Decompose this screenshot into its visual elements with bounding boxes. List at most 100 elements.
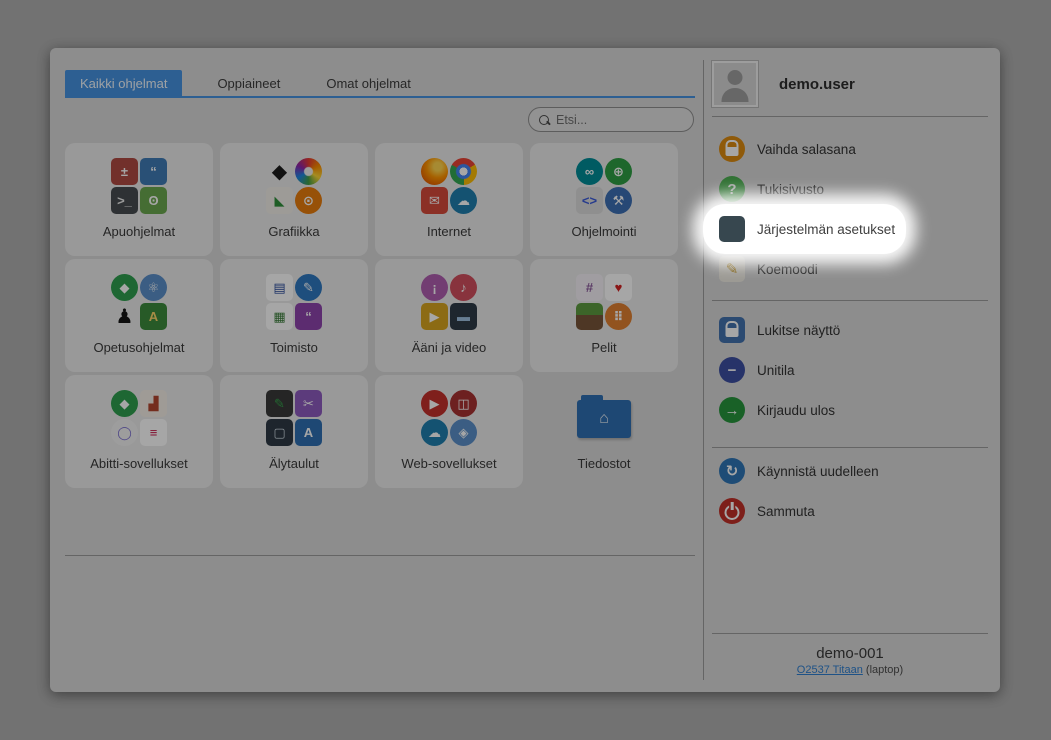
writer-document-icon: ▤ xyxy=(266,274,293,301)
category-grid: ±“>_ʘApuohjelmat◆◣⊙Grafiikka✉☁Internet∞⊕… xyxy=(65,143,678,488)
menu-item-kirjaudu-ulos[interactable]: → Kirjaudu ulos xyxy=(712,390,988,430)
category-label: Opetusohjelmat xyxy=(93,340,184,355)
statistics-icon: ▟ xyxy=(140,390,167,417)
hostname: demo-001 xyxy=(712,645,988,662)
minecraft-icon xyxy=(576,303,603,330)
ruler-icon: ◣ xyxy=(266,187,293,214)
device-type: (laptop) xyxy=(866,664,903,676)
screenshot-icon: “ xyxy=(140,158,167,185)
menu-item-sammuta[interactable]: Sammuta xyxy=(712,491,988,531)
menu-item-unitila[interactable]: −Unitila xyxy=(712,350,988,390)
category-icons: ¡♪▶▬ xyxy=(421,274,477,330)
terminal-icon: >_ xyxy=(111,187,138,214)
menu-item-vaihda-salasana[interactable]: Vaihda salasana xyxy=(712,129,988,169)
tab-kaikki-ohjelmat[interactable]: Kaikki ohjelmat xyxy=(65,70,182,96)
sleep-icon: − xyxy=(719,357,745,383)
left-panel-divider xyxy=(65,555,695,556)
inkscape-icon: ◆ xyxy=(266,158,293,185)
menu-item-label: Unitila xyxy=(757,363,795,378)
password-lock-icon xyxy=(719,136,745,162)
science-atom-icon: ⚛ xyxy=(140,274,167,301)
home-folder-icon xyxy=(577,400,631,438)
media-player-icon: ▶ xyxy=(421,303,448,330)
education-cap-icon: ◆ xyxy=(111,274,138,301)
tab-oppiaineet[interactable]: Oppiaineet xyxy=(202,70,295,96)
sidebar-divider xyxy=(712,300,988,301)
quotes-icon: “ xyxy=(295,303,322,330)
category-label: Pelit xyxy=(591,340,616,355)
device-link[interactable]: O2537 Titaan xyxy=(797,664,863,676)
menu-account-section: Vaihda salasana?Tukisivusto Järjestelmän … xyxy=(712,129,988,289)
category-pelit[interactable]: #♥⠿ Pelit xyxy=(530,259,678,372)
color-wheel-icon xyxy=(295,158,322,185)
pen-icon: ✎ xyxy=(295,274,322,301)
device-line: O2537 Titaan (laptop) xyxy=(712,664,988,676)
menu-item-lukitse-näyttö[interactable]: Lukitse näyttö xyxy=(712,310,988,350)
blender-icon: ⊙ xyxy=(295,187,322,214)
category-icons: ✉☁ xyxy=(421,158,477,214)
impress-document-icon: ≡ xyxy=(140,419,167,446)
library-book-icon: ◫ xyxy=(450,390,477,417)
category-abitti-sovellukset[interactable]: ◆▟◯≡ Abitti-sovellukset xyxy=(65,375,213,488)
exam-mode-pencil-icon: ✎ xyxy=(719,256,745,282)
category-opetusohjelmat[interactable]: ◆⚛♟A Opetusohjelmat xyxy=(65,259,213,372)
category-label: Toimisto xyxy=(270,340,318,355)
menu-item-käynnistä-uudelleen[interactable]: ↻Käynnistä uudelleen xyxy=(712,451,988,491)
footer-divider xyxy=(712,633,988,634)
gamepad-icon: ⠿ xyxy=(605,303,632,330)
category-web-sovellukset[interactable]: ▶◫☁◈ Web-sovellukset xyxy=(375,375,523,488)
crop-tool-icon: ✂ xyxy=(295,390,322,417)
music-note-icon: ♪ xyxy=(450,274,477,301)
menu-item-label: Kirjaudu ulos xyxy=(757,403,835,418)
category-label: Ääni ja video xyxy=(412,340,486,355)
build-tool-icon: ⚒ xyxy=(605,187,632,214)
menu-item-label: Koemoodi xyxy=(757,262,818,277)
spreadsheet-icon: ▦ xyxy=(266,303,293,330)
category-label: Grafiikka xyxy=(268,224,319,239)
category-icons: ◆▟◯≡ xyxy=(111,390,167,446)
category-icons: ▶◫☁◈ xyxy=(421,390,477,446)
search-icon xyxy=(539,115,549,125)
search-input[interactable] xyxy=(556,113,683,127)
category-ohjelmointi[interactable]: ∞⊕<>⚒Ohjelmointi xyxy=(530,143,678,256)
category-apuohjelmat[interactable]: ±“>_ʘApuohjelmat xyxy=(65,143,213,256)
sudoku-icon: # xyxy=(576,274,603,301)
category-label: Web-sovellukset xyxy=(401,456,496,471)
tablet-draw-icon: ✎ xyxy=(266,390,293,417)
mouse-settings-icon: ʘ xyxy=(140,187,167,214)
category-grafiikka[interactable]: ◆◣⊙ Grafiikka xyxy=(220,143,368,256)
category-tiedostot[interactable]: Tiedostot xyxy=(530,375,678,488)
web-browser-icon: ◈ xyxy=(450,419,477,446)
category-toimisto[interactable]: ▤✎▦“ Toimisto xyxy=(220,259,368,372)
user-row: demo.user xyxy=(712,61,988,107)
category-icons: ◆⚛♟A xyxy=(111,274,167,330)
youtube-icon: ▶ xyxy=(421,390,448,417)
android-studio-icon: ⊕ xyxy=(605,158,632,185)
code-editor-icon: <> xyxy=(576,187,603,214)
category-älytaulut[interactable]: ✎✂▢AÄlytaulut xyxy=(220,375,368,488)
device-footer: demo-001 O2537 Titaan (laptop) xyxy=(712,645,988,676)
category-internet[interactable]: ✉☁Internet xyxy=(375,143,523,256)
category-icons: ▤✎▦“ xyxy=(266,274,322,330)
category-label: Abitti-sovellukset xyxy=(90,456,188,471)
menu-item-tukisivusto[interactable]: ?Tukisivusto xyxy=(712,169,988,209)
shutdown-power-icon xyxy=(719,498,745,524)
card-game-icon: ♥ xyxy=(605,274,632,301)
menu-item-koemoodi[interactable]: ✎ Koemoodi xyxy=(712,249,988,289)
menu-item-label: Järjestelmän asetukset xyxy=(757,222,895,237)
category-icons: ∞⊕<>⚒ xyxy=(576,158,632,214)
category-icons: ◆◣⊙ xyxy=(266,158,322,214)
arduino-icon: ∞ xyxy=(576,158,603,185)
menu-item-järjestelmän-asetukset[interactable]: Järjestelmän asetukset xyxy=(712,209,988,249)
search-box[interactable] xyxy=(528,107,694,132)
category-icons: ±“>_ʘ xyxy=(111,158,167,214)
microphone-icon: ¡ xyxy=(421,274,448,301)
username: demo.user xyxy=(779,76,855,93)
screen-share-icon: ▢ xyxy=(266,419,293,446)
category-ääni-ja-video[interactable]: ¡♪▶▬ Ääni ja video xyxy=(375,259,523,372)
tab-omat-ohjelmat[interactable]: Omat ohjelmat xyxy=(311,70,426,96)
logout-icon: → xyxy=(719,397,745,423)
sidebar-divider xyxy=(712,447,988,448)
abitti-cap-icon: ◆ xyxy=(111,390,138,417)
menu-item-label: Sammuta xyxy=(757,504,815,519)
